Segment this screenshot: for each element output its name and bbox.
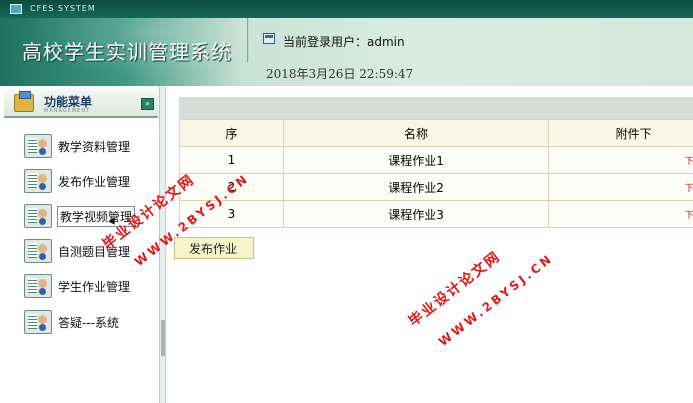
student-card-icon: [24, 239, 52, 263]
current-user-label: 当前登录用户：admin: [283, 35, 405, 49]
sidebar-item-qa-system[interactable]: 答疑---系统: [24, 308, 158, 336]
row-download-cell: 下载: [548, 173, 693, 201]
app-title: 高校学生实训管理系统: [22, 40, 232, 64]
menu-subtitle: MANAGEMENT: [44, 108, 91, 114]
app-header: 高校学生实训管理系统 当前登录用户：admin 2018年3月26日 22:59…: [0, 18, 693, 86]
column-header-name: 名称: [282, 119, 550, 147]
row-download-cell: 下载: [548, 200, 693, 228]
student-card-icon: [24, 169, 52, 193]
monitor-icon: [10, 4, 22, 14]
homework-table: 序 名称 附件下 1 课程作业1 下载 2 课程作业2 下载 3 课程作业3 下…: [179, 119, 693, 228]
student-card-icon: [24, 204, 52, 228]
double-chevron-down-icon[interactable]: »: [141, 98, 154, 110]
sidebar-item-label: 教学资料管理: [58, 140, 131, 154]
system-bar: CFES SYSTEM: [0, 0, 693, 18]
publish-homework-button[interactable]: 发布作业: [174, 237, 254, 259]
student-card-icon: [24, 310, 52, 334]
sidebar-item-publish-homework[interactable]: 发布作业管理: [24, 167, 158, 195]
sidebar-item-student-homework[interactable]: 学生作业管理: [24, 272, 158, 300]
download-link[interactable]: 下载: [685, 211, 693, 221]
row-index: 2: [179, 173, 284, 201]
download-link[interactable]: 下载: [685, 157, 693, 167]
header-divider: [247, 18, 249, 62]
menu-header: 功能菜单 MANAGEMENT »: [4, 90, 158, 118]
student-card-icon: [24, 134, 52, 158]
download-link[interactable]: 下载: [685, 184, 693, 194]
sidebar-item-label: 答疑---系统: [58, 316, 119, 330]
row-index: 1: [179, 146, 284, 174]
table-row: 1 课程作业1 下载: [179, 146, 693, 174]
sidebar-item-teaching-materials[interactable]: 教学资料管理: [24, 132, 158, 160]
sidebar-scrollbar[interactable]: [160, 86, 166, 403]
sidebar-item-label: 发布作业管理: [58, 175, 131, 189]
table-row: 2 课程作业2 下载: [179, 173, 693, 201]
sidebar-item-self-test[interactable]: 自测题目管理: [24, 237, 158, 265]
content-header-bar: [179, 97, 693, 119]
scrollbar-thumb[interactable]: [161, 320, 165, 356]
sidebar: 功能菜单 MANAGEMENT » 教学资料管理 发布作业管理 教学视频管理 自…: [0, 86, 160, 403]
row-name: 课程作业1: [282, 146, 550, 174]
sidebar-item-label: 自测题目管理: [58, 245, 131, 259]
sidebar-item-teaching-videos[interactable]: 教学视频管理: [24, 202, 158, 230]
table-header-row: 序 名称 附件下: [179, 119, 693, 147]
sidebar-item-label: 学生作业管理: [58, 280, 131, 294]
current-datetime: 2018年3月26日 22:59:47: [266, 67, 414, 81]
student-card-icon: [24, 274, 52, 298]
table-row: 3 课程作业3 下载: [179, 200, 693, 228]
system-label: CFES SYSTEM: [30, 4, 96, 13]
row-index: 3: [179, 200, 284, 228]
column-header-index: 序: [179, 119, 284, 147]
main-content: 序 名称 附件下 1 课程作业1 下载 2 课程作业2 下载 3 课程作业3 下…: [167, 86, 693, 403]
row-name: 课程作业3: [282, 200, 550, 228]
user-window-icon: [263, 33, 275, 44]
row-download-cell: 下载: [548, 146, 693, 174]
sidebar-item-label: 教学视频管理: [57, 206, 136, 227]
menu-briefcase-icon: [14, 91, 34, 112]
row-name: 课程作业2: [282, 173, 550, 201]
column-header-attachment: 附件下: [548, 119, 693, 147]
